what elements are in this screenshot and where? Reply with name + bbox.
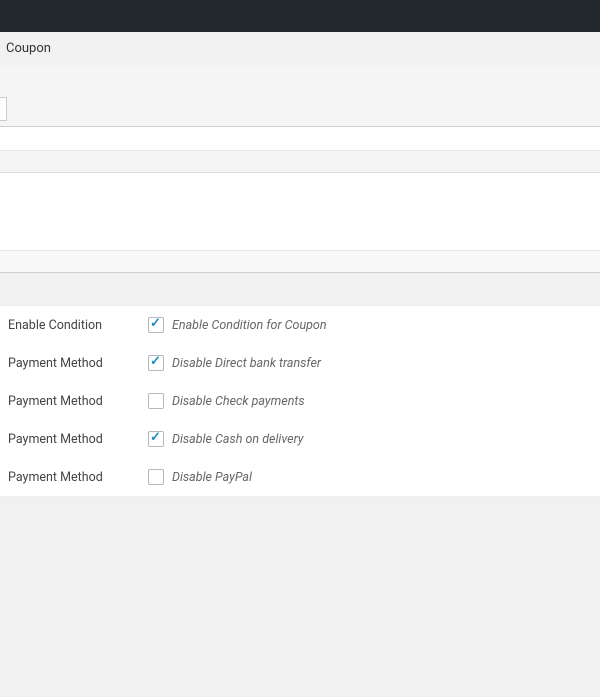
row-cash-delivery: Payment Method Disable Cash on delivery xyxy=(0,420,600,458)
checkbox-paypal[interactable] xyxy=(148,469,164,485)
content-section xyxy=(0,173,600,251)
label-bank-transfer: Payment Method xyxy=(8,356,148,371)
checkbox-label-bank-transfer: Disable Direct bank transfer xyxy=(172,356,321,371)
admin-top-bar xyxy=(0,0,600,32)
row-enable-condition: Enable Condition Enable Condition for Co… xyxy=(0,306,600,344)
control-cash-delivery: Disable Cash on delivery xyxy=(148,431,304,447)
checkbox-enable-condition[interactable] xyxy=(148,317,164,333)
control-enable-condition: Enable Condition for Coupon xyxy=(148,317,327,333)
title-section xyxy=(0,65,600,127)
checkbox-cash-delivery[interactable] xyxy=(148,431,164,447)
checkbox-bank-transfer[interactable] xyxy=(148,355,164,371)
row-check-payments: Payment Method Disable Check payments xyxy=(0,382,600,420)
checkbox-label-enable-condition: Enable Condition for Coupon xyxy=(172,318,327,333)
checkbox-label-check-payments: Disable Check payments xyxy=(172,394,305,409)
checkbox-label-cash-delivery: Disable Cash on delivery xyxy=(172,432,304,447)
control-paypal: Disable PayPal xyxy=(148,469,252,485)
label-paypal: Payment Method xyxy=(8,470,148,485)
page-header: Coupon xyxy=(0,32,600,65)
row-paypal: Payment Method Disable PayPal xyxy=(0,458,600,496)
control-bank-transfer: Disable Direct bank transfer xyxy=(148,355,321,371)
control-check-payments: Disable Check payments xyxy=(148,393,305,409)
label-enable-condition: Enable Condition xyxy=(8,318,148,333)
label-cash-delivery: Payment Method xyxy=(8,432,148,447)
panel-footer-1 xyxy=(0,251,600,273)
label-check-payments: Payment Method xyxy=(8,394,148,409)
page-title: Coupon xyxy=(6,41,51,56)
spacer xyxy=(0,273,600,305)
row-bank-transfer: Payment Method Disable Direct bank trans… xyxy=(0,344,600,382)
panel-header-1 xyxy=(0,151,600,173)
bottom-area xyxy=(0,497,600,697)
divider-section xyxy=(0,127,600,151)
input-fragment[interactable] xyxy=(0,97,7,121)
checkbox-label-paypal: Disable PayPal xyxy=(172,470,252,485)
checkbox-check-payments[interactable] xyxy=(148,393,164,409)
coupon-conditions-table: Enable Condition Enable Condition for Co… xyxy=(0,305,600,497)
